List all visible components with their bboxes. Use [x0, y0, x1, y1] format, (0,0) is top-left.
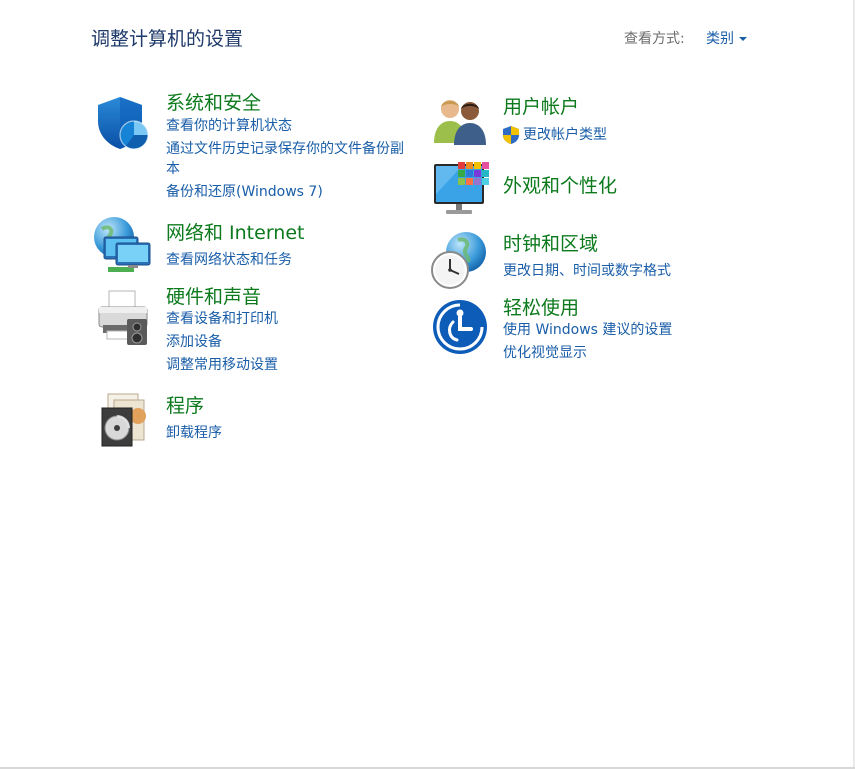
link-check-computer-status[interactable]: 查看你的计算机状态	[166, 116, 292, 136]
security-shield-icon[interactable]	[94, 95, 150, 155]
link-uninstall-program[interactable]: 卸载程序	[166, 423, 222, 443]
link-change-date-time-format[interactable]: 更改日期、时间或数字格式	[503, 261, 671, 281]
category-title-clock-region[interactable]: 时钟和区域	[503, 229, 598, 256]
category-title-ease-of-access[interactable]: 轻松使用	[503, 293, 579, 320]
network-globe-icon[interactable]	[92, 215, 154, 281]
category-title-programs[interactable]: 程序	[166, 391, 204, 418]
category-title-network-internet[interactable]: 网络和 Internet	[166, 218, 304, 245]
link-mobility-settings[interactable]: 调整常用移动设置	[166, 355, 278, 375]
category-title-system-security[interactable]: 系统和安全	[166, 88, 261, 115]
control-panel-window: 调整计算机的设置 查看方式: 类别 系统和安全 查看你的计算机状态 通过文件历史…	[0, 0, 855, 769]
view-by-value: 类别	[706, 31, 734, 47]
link-recommended-settings[interactable]: 使用 Windows 建议的设置	[503, 320, 672, 340]
link-file-history-backup[interactable]: 通过文件历史记录保存你的文件备份副本	[166, 139, 411, 179]
appearance-monitor-icon[interactable]	[432, 160, 490, 222]
page-title: 调整计算机的设置	[91, 28, 244, 50]
user-accounts-icon[interactable]	[432, 97, 490, 149]
caret-down-icon	[739, 37, 747, 41]
link-change-account-type[interactable]: 更改帐户类型	[523, 125, 607, 145]
view-by-label: 查看方式:	[624, 31, 685, 47]
printer-icon[interactable]	[93, 289, 153, 351]
programs-disc-icon[interactable]	[98, 392, 150, 452]
category-title-appearance[interactable]: 外观和个性化	[503, 171, 617, 198]
link-add-device[interactable]: 添加设备	[166, 332, 222, 352]
clock-globe-icon[interactable]	[430, 230, 490, 294]
category-title-hardware-sound[interactable]: 硬件和声音	[166, 282, 261, 309]
link-devices-printers[interactable]: 查看设备和打印机	[166, 309, 278, 329]
category-title-user-accounts[interactable]: 用户帐户	[503, 92, 579, 119]
ease-of-access-icon[interactable]	[431, 298, 489, 360]
uac-shield-icon	[502, 125, 520, 149]
link-network-status-tasks[interactable]: 查看网络状态和任务	[166, 250, 292, 270]
link-backup-restore[interactable]: 备份和还原(Windows 7)	[166, 182, 323, 202]
view-by-dropdown[interactable]: 类别	[706, 28, 747, 48]
link-optimize-visual-display[interactable]: 优化视觉显示	[503, 343, 587, 363]
